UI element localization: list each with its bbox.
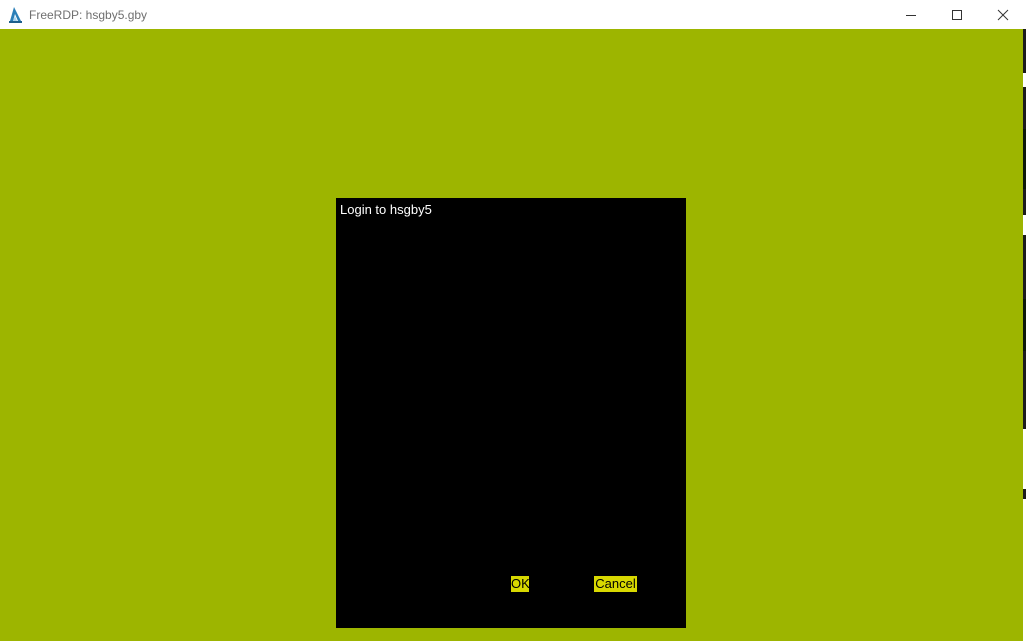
freerdp-icon: [9, 6, 22, 23]
window-controls: [888, 0, 1026, 29]
minimize-icon: [906, 14, 916, 16]
login-dialog: Login to hsgby5 OK Cancel: [336, 198, 686, 628]
freerdp-window: FreeRDP: hsgby5.gby Login to hsgby5 OK C…: [0, 0, 1026, 641]
ok-button[interactable]: OK: [511, 576, 530, 592]
dialog-title: Login to hsgby5: [340, 202, 432, 217]
maximize-button[interactable]: [934, 0, 980, 29]
cancel-button[interactable]: Cancel: [594, 576, 637, 592]
close-icon: [997, 9, 1009, 20]
close-button[interactable]: [980, 0, 1026, 29]
maximize-icon: [952, 9, 962, 20]
window-title: FreeRDP: hsgby5.gby: [29, 7, 148, 22]
title-bar[interactable]: FreeRDP: hsgby5.gby: [0, 0, 1026, 29]
minimize-button[interactable]: [888, 0, 934, 29]
